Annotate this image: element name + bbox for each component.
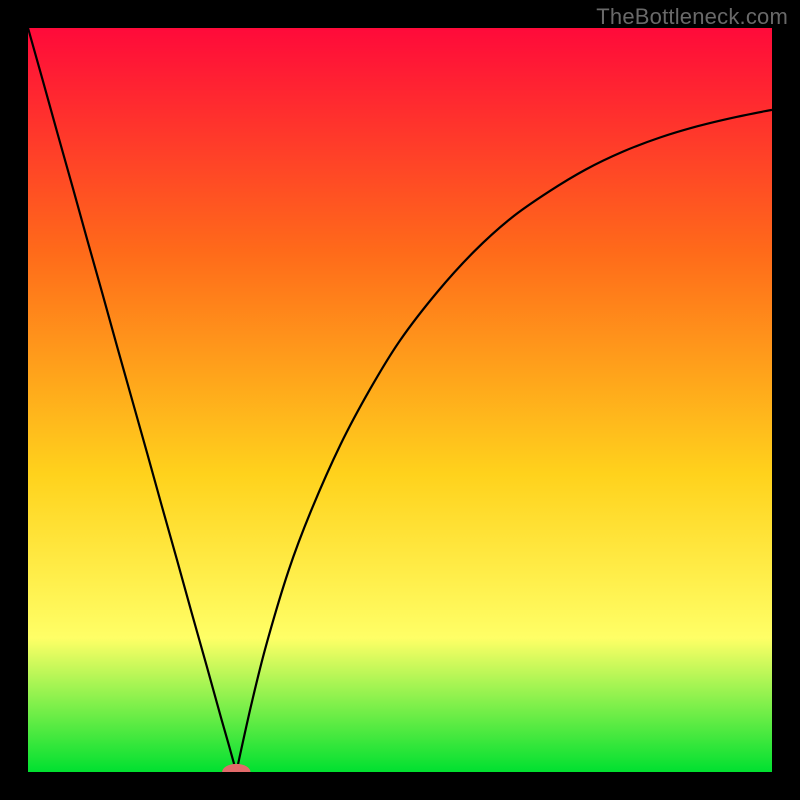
watermark-text: TheBottleneck.com xyxy=(596,4,788,30)
gradient-background xyxy=(28,28,772,772)
chart-frame xyxy=(28,28,772,772)
bottleneck-chart xyxy=(28,28,772,772)
